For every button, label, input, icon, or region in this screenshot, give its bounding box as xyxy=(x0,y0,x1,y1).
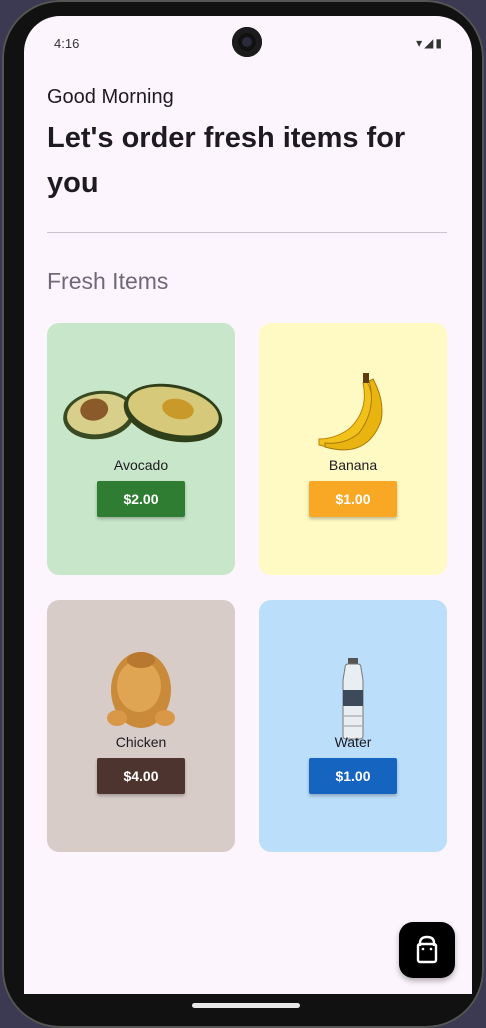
item-card-water[interactable]: Water $1.00 xyxy=(259,600,447,852)
avocado-image xyxy=(63,383,223,443)
item-card-chicken[interactable]: Chicken $4.00 xyxy=(47,600,235,852)
system-nav-bar xyxy=(24,994,472,996)
cart-fab-button[interactable] xyxy=(399,922,455,978)
add-to-cart-button[interactable]: $2.00 xyxy=(97,481,185,517)
page-title: Let's order fresh items for you xyxy=(47,122,406,199)
status-icons: ▾◢▮ xyxy=(416,36,444,50)
app-screen: 4:16 ▾◢▮ Good Morning Let's order fresh … xyxy=(24,16,472,996)
item-name: Chicken xyxy=(115,734,167,750)
shopping-bag-icon xyxy=(416,935,438,964)
item-name: Banana xyxy=(328,457,378,473)
water-bottle-image xyxy=(342,658,364,740)
item-card-banana[interactable]: Banana $1.00 xyxy=(259,323,447,575)
divider xyxy=(47,232,447,233)
status-time: 4:16 xyxy=(54,36,80,51)
item-name: Avocado xyxy=(113,457,169,473)
item-card-avocado[interactable]: Avocado $2.00 xyxy=(47,323,235,575)
section-title: Fresh Items xyxy=(47,268,169,294)
greeting-text: Good Morning xyxy=(47,86,174,108)
add-to-cart-button[interactable]: $1.00 xyxy=(309,481,397,517)
chicken-image xyxy=(107,652,175,728)
home-gesture-handle[interactable] xyxy=(192,1003,300,1008)
add-to-cart-button[interactable]: $4.00 xyxy=(97,758,185,794)
phone-frame: 4:16 ▾◢▮ Good Morning Let's order fresh … xyxy=(2,0,484,1028)
banana-image xyxy=(318,373,383,451)
item-name: Water xyxy=(334,734,372,750)
camera-cutout xyxy=(232,27,262,57)
add-to-cart-button[interactable]: $1.00 xyxy=(309,758,397,794)
